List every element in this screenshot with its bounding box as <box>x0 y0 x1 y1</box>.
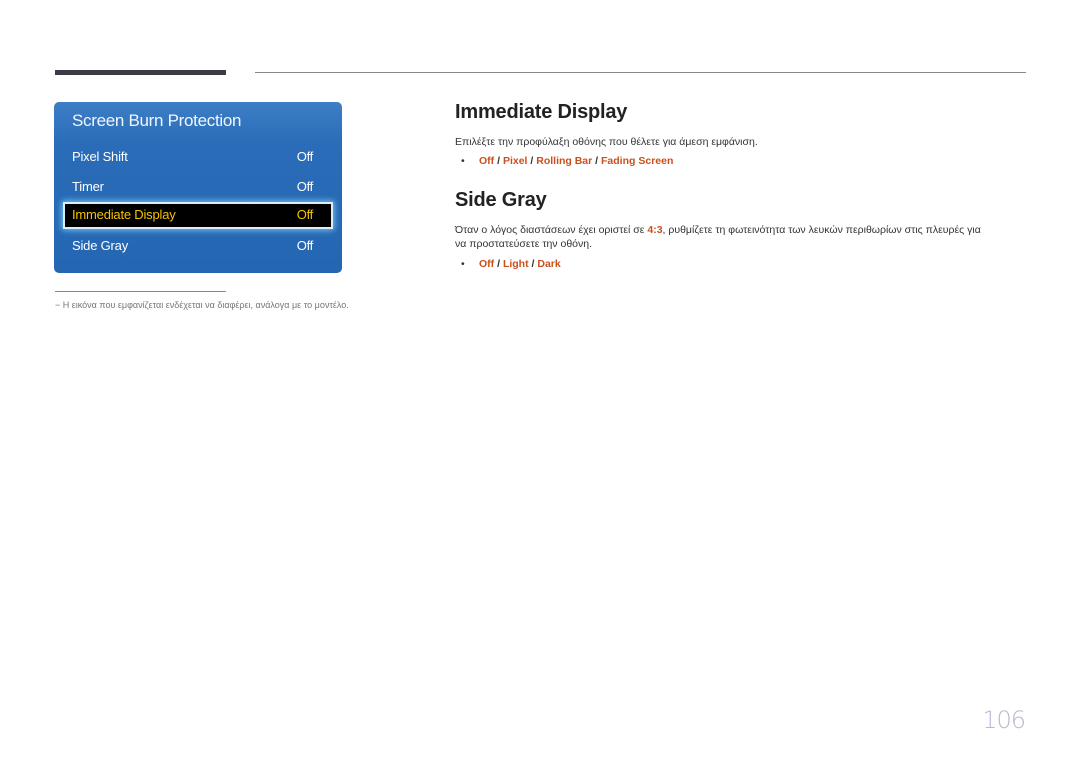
option-pixel: Pixel <box>502 155 528 167</box>
separator: / <box>531 258 535 270</box>
aspect-ratio-highlight: 4:3 <box>647 224 663 236</box>
osd-item-label: Immediate Display <box>72 207 176 222</box>
osd-item-immediate-display[interactable]: Immediate Display Off <box>65 204 331 227</box>
options-list: • Off / Light / Dark <box>461 258 561 270</box>
section-description: Επιλέξτε την προφύλαξη οθόνης που θέλετε… <box>455 136 758 148</box>
osd-item-timer[interactable]: Timer Off <box>65 176 331 200</box>
osd-item-label: Timer <box>72 179 104 194</box>
separator: / <box>497 155 501 167</box>
separator: / <box>497 258 501 270</box>
bullet: • <box>461 258 465 270</box>
osd-item-label: Pixel Shift <box>72 149 128 164</box>
osd-item-pixel-shift[interactable]: Pixel Shift Off <box>65 146 331 170</box>
section-title-side-gray: Side Gray <box>455 189 547 211</box>
osd-title: Screen Burn Protection <box>72 111 242 130</box>
footnote-rule <box>55 291 226 292</box>
text: να προστατεύσετε την οθόνη. <box>455 238 593 250</box>
header-rule-thin <box>255 72 1026 73</box>
section-title-immediate-display: Immediate Display <box>455 101 628 123</box>
osd-item-value: Off <box>296 238 314 253</box>
footnote: − Η εικόνα που εμφανίζεται ενδέχεται να … <box>55 300 349 310</box>
osd-item-side-gray[interactable]: Side Gray Off <box>65 235 331 259</box>
option-fading-screen: Fading Screen <box>601 155 674 167</box>
header-rule-thick <box>55 70 226 75</box>
option-rolling-bar: Rolling Bar <box>536 155 593 167</box>
option-light: Light <box>502 258 529 270</box>
bullet: • <box>461 155 465 167</box>
osd-menu-screen-burn-protection: Screen Burn Protection Pixel Shift Off T… <box>54 102 342 273</box>
separator: / <box>595 155 599 167</box>
osd-item-value: Off <box>296 179 314 194</box>
osd-item-label: Side Gray <box>72 238 129 253</box>
osd-item-value: Off <box>296 207 314 222</box>
separator: / <box>530 155 534 167</box>
section-description: Όταν ο λόγος διαστάσεων έχει οριστεί σε … <box>455 223 1035 251</box>
options-list: • Off / Pixel / Rolling Bar / Fading Scre… <box>461 155 673 167</box>
option-off: Off <box>479 155 495 167</box>
osd-item-value: Off <box>296 149 314 164</box>
option-dark: Dark <box>537 258 561 270</box>
text: , ρυθμίζετε τη φωτεινότητα των λευκών πε… <box>662 224 981 236</box>
option-off: Off <box>479 258 495 270</box>
page-number: 106 <box>982 706 1026 734</box>
text: Όταν ο λόγος διαστάσεων έχει οριστεί σε <box>455 224 648 236</box>
